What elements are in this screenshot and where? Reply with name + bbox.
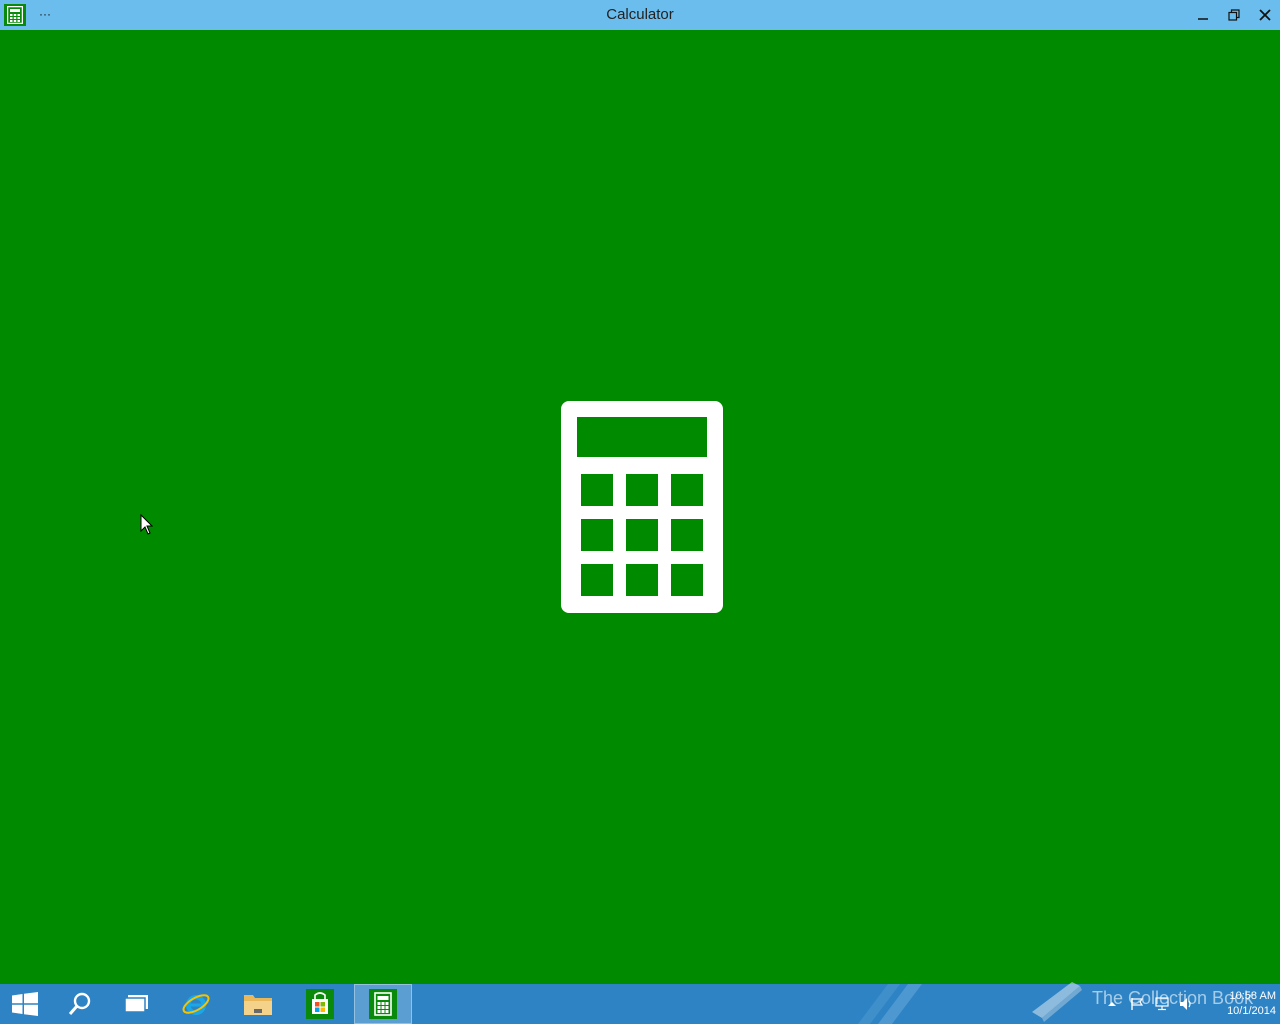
mouse-cursor-icon [140,514,154,535]
taskbar-stripe-decoration [858,984,922,1024]
search-icon [68,992,91,1015]
folder-icon [244,995,272,1015]
restore-button[interactable] [1218,0,1250,30]
restore-icon [1228,9,1240,21]
internet-explorer-button[interactable] [168,984,224,1024]
task-view-button[interactable] [109,984,165,1024]
close-button[interactable] [1249,0,1280,30]
title-bar: ··· Calculator [0,0,1280,30]
windows-logo-icon [12,992,38,1016]
calculator-taskbar-button[interactable] [354,984,412,1024]
splash-screen [0,30,1280,984]
action-center-flag-icon [1131,998,1144,1010]
calculator-icon [561,401,723,613]
store-icon [306,989,334,1019]
show-hidden-icons-button[interactable] [1103,984,1121,1024]
minimize-button[interactable] [1187,0,1219,30]
close-icon [1259,9,1271,21]
action-center-button[interactable] [1127,984,1147,1024]
network-icon [1155,997,1169,1011]
calculator-icon [369,989,397,1019]
volume-button[interactable] [1177,984,1197,1024]
internet-explorer-icon [182,994,210,1015]
minimize-icon [1198,18,1208,20]
clock-date: 10/1/2014 [1227,1005,1276,1017]
search-button[interactable] [52,984,108,1024]
start-button[interactable] [0,984,50,1024]
network-button[interactable] [1152,984,1172,1024]
show-hidden-icons-icon [1108,1002,1116,1006]
file-explorer-button[interactable] [230,984,286,1024]
store-button[interactable] [292,984,348,1024]
volume-icon [1180,998,1191,1010]
taskbar-clock[interactable]: 10:58 AM 10/1/2014 [1200,989,1276,1019]
window-title: Calculator [606,6,674,23]
task-view-icon [124,995,148,1013]
clock-time: 10:58 AM [1229,990,1276,1002]
